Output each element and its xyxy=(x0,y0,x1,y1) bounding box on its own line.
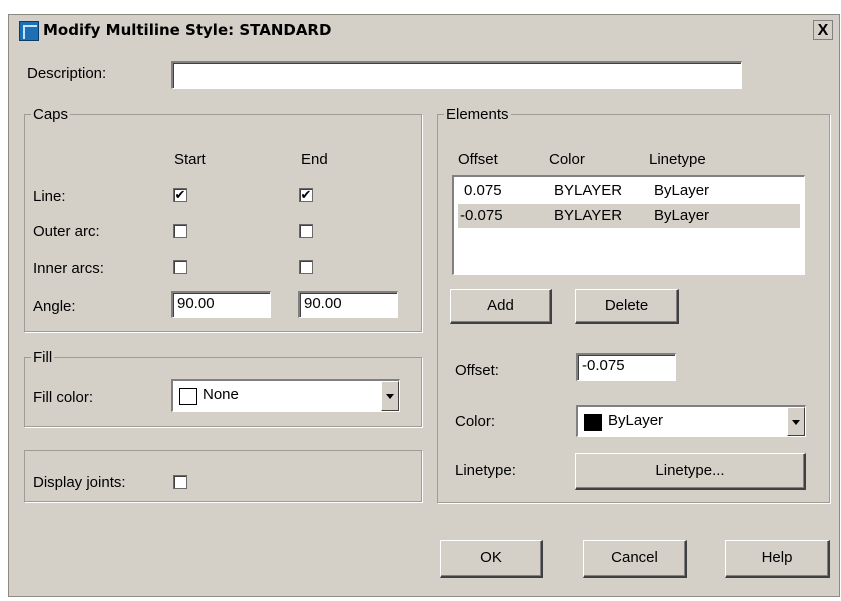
help-button[interactable]: Help xyxy=(725,540,830,578)
element-color-swatch xyxy=(584,414,602,431)
fill-color-dropdown[interactable]: None xyxy=(171,379,400,412)
cancel-button[interactable]: Cancel xyxy=(583,540,687,578)
caps-inner-arcs-label: Inner arcs: xyxy=(33,260,104,277)
close-button[interactable]: X xyxy=(813,20,833,40)
inner-arcs-start-checkbox[interactable] xyxy=(173,260,187,274)
chevron-down-icon[interactable] xyxy=(381,381,399,411)
elements-listbox[interactable]: 0.075 BYLAYER ByLayer -0.075 BYLAYER ByL… xyxy=(452,175,805,275)
ok-button[interactable]: OK xyxy=(440,540,543,578)
element-color-label: Color: xyxy=(455,413,496,430)
list-item[interactable]: 0.075 BYLAYER ByLayer xyxy=(458,179,800,203)
fill-color-swatch xyxy=(179,388,197,405)
chevron-down-icon[interactable] xyxy=(787,407,805,436)
element-color-value: ByLayer xyxy=(608,412,664,429)
elements-legend: Elements xyxy=(446,106,509,123)
fill-color-label: Fill color: xyxy=(33,389,94,406)
element-offset-label: Offset: xyxy=(455,362,499,379)
description-input[interactable] xyxy=(171,61,742,89)
element-color-dropdown[interactable]: ByLayer xyxy=(576,405,806,437)
fill-legend: Fill xyxy=(33,349,53,366)
modify-multiline-style-dialog: Modify Multiline Style: STANDARD X Descr… xyxy=(8,14,840,597)
element-offset: 0.075 xyxy=(464,182,502,199)
inner-arcs-end-checkbox[interactable] xyxy=(299,260,313,274)
caps-end-header: End xyxy=(301,151,328,168)
element-color: BYLAYER xyxy=(554,182,623,199)
caps-start-header: Start xyxy=(174,151,206,168)
elements-column-offset: Offset xyxy=(458,151,498,168)
elements-column-linetype: Linetype xyxy=(649,151,706,168)
caps-legend: Caps xyxy=(33,106,69,123)
multiline-style-icon xyxy=(19,21,39,41)
linetype-button[interactable]: Linetype... xyxy=(575,453,806,490)
line-end-checkbox[interactable]: ✔ xyxy=(299,188,313,202)
delete-button[interactable]: Delete xyxy=(575,289,679,324)
element-linetype: ByLayer xyxy=(654,182,710,199)
angle-end-input[interactable]: 90.00 xyxy=(298,291,398,318)
element-linetype: ByLayer xyxy=(654,207,710,224)
outer-arc-start-checkbox[interactable] xyxy=(173,224,187,238)
caps-angle-label: Angle: xyxy=(33,298,76,315)
line-start-checkbox[interactable]: ✔ xyxy=(173,188,187,202)
add-button[interactable]: Add xyxy=(450,289,552,324)
fill-color-value: None xyxy=(203,386,239,403)
angle-start-input[interactable]: 90.00 xyxy=(171,291,271,318)
display-joints-checkbox[interactable] xyxy=(173,475,187,489)
list-item[interactable]: -0.075 BYLAYER ByLayer xyxy=(458,204,800,228)
dialog-title: Modify Multiline Style: STANDARD xyxy=(43,21,332,39)
title-bar: Modify Multiline Style: STANDARD X xyxy=(9,15,839,45)
display-joints-label: Display joints: xyxy=(33,474,126,491)
caps-outer-arc-label: Outer arc: xyxy=(33,223,100,240)
description-label: Description: xyxy=(27,65,107,82)
outer-arc-end-checkbox[interactable] xyxy=(299,224,313,238)
element-offset: -0.075 xyxy=(460,207,503,224)
caps-line-label: Line: xyxy=(33,188,66,205)
element-color: BYLAYER xyxy=(554,207,623,224)
elements-column-color: Color xyxy=(549,151,585,168)
element-linetype-label: Linetype: xyxy=(455,462,516,479)
element-offset-input[interactable]: -0.075 xyxy=(576,353,676,381)
